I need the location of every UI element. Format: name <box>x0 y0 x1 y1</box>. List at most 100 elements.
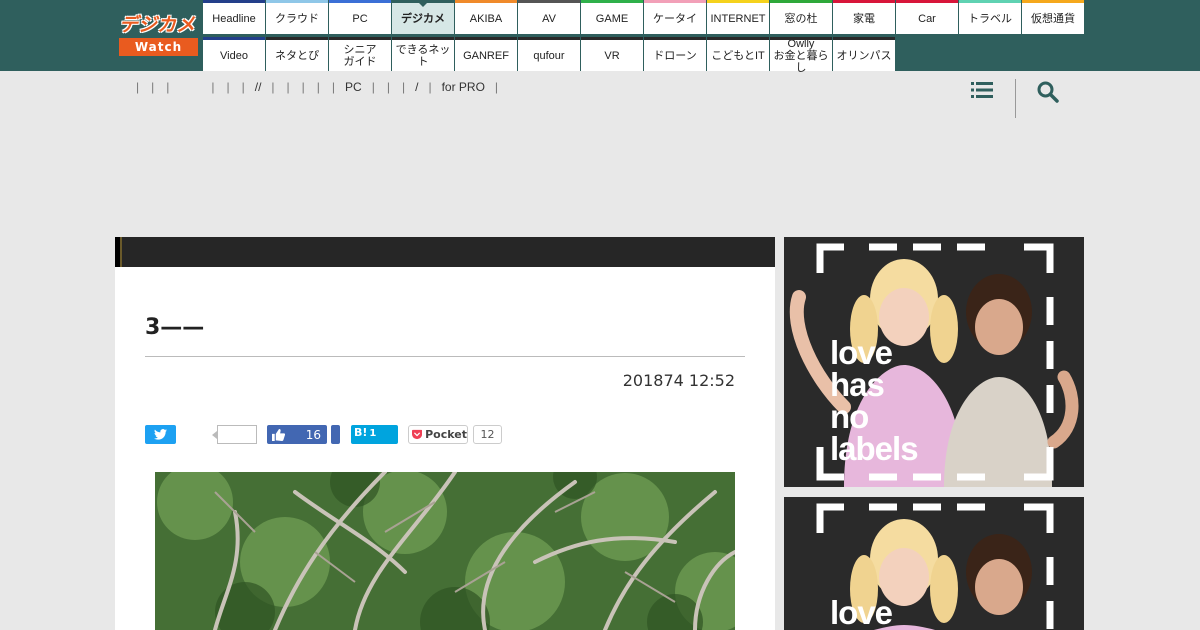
nav-item[interactable]: GAME <box>581 0 643 34</box>
nav-item-label: シニア ガイド <box>343 43 377 68</box>
nav-item[interactable]: Owlly お金と暮らし <box>770 37 832 74</box>
active-indicator-icon <box>419 3 427 7</box>
ad-children-image <box>784 497 1084 630</box>
subnav-link[interactable]: for PRO <box>442 80 485 94</box>
nav-item[interactable]: デジカメ <box>392 0 454 34</box>
nav-item-label: qufour <box>533 49 565 62</box>
nav-item[interactable]: Video <box>203 37 265 71</box>
nav-item-color-bar <box>959 0 1021 3</box>
article-title: 3—— <box>145 315 205 340</box>
nav-item[interactable]: 窓の杜 <box>770 0 832 34</box>
nav-item-label: 窓の杜 <box>784 12 818 25</box>
subnav-separator: | <box>286 80 290 94</box>
title-divider <box>145 356 745 357</box>
article-date: 201874 12:52 <box>622 371 735 390</box>
nav-item[interactable]: PC <box>329 0 391 34</box>
site-logo[interactable]: デジカメ Watch <box>119 13 198 56</box>
nav-item-label: AKIBA <box>469 12 503 25</box>
nav-item[interactable]: クラウド <box>266 0 328 34</box>
nav-item-label: トラベル <box>968 12 1012 25</box>
subnav-link[interactable]: PC <box>345 80 362 94</box>
facebook-like-button[interactable]: 16 <box>267 425 327 444</box>
hatena-bookmark-button[interactable]: B! 1 <box>351 425 398 444</box>
nav-item-label: ドローン <box>653 49 697 62</box>
subnav-separator: | <box>428 80 432 94</box>
nav-item[interactable]: VR <box>581 37 643 71</box>
nav-item-color-bar <box>581 37 643 40</box>
advertisement-banner-bottom[interactable]: love <box>784 497 1084 630</box>
nav-item-color-bar <box>329 0 391 3</box>
subnav-link[interactable]: / <box>415 80 418 94</box>
nav-item-color-bar <box>770 0 832 3</box>
nav-item-color-bar <box>329 37 391 40</box>
nav-item-color-bar <box>455 37 517 40</box>
subnav-separator: | <box>331 80 336 94</box>
subnav-separator: | <box>494 80 499 94</box>
nav-item-color-bar <box>203 0 265 3</box>
header-divider <box>1015 79 1016 118</box>
nav-item-label: PC <box>352 12 368 25</box>
sub-navigation: | | | | | | // | | | | | PC | | | / | for PRO | <box>130 78 504 96</box>
nav-item[interactable]: INTERNET <box>707 0 769 34</box>
forest-branches-image <box>155 472 735 630</box>
pocket-icon <box>412 429 423 440</box>
nav-item[interactable]: AKIBA <box>455 0 517 34</box>
article: 3—— 201874 12:52 16 B! 1 Pocket 12 <box>115 267 775 630</box>
subnav-separator: | <box>301 80 305 94</box>
pocket-count: 12 <box>473 425 502 444</box>
nav-item-label: できるネット <box>395 43 451 68</box>
nav-item-label: Headline <box>212 12 256 25</box>
menu-icon[interactable] <box>971 81 993 99</box>
nav-item-label: Video <box>220 49 248 62</box>
nav-item[interactable]: GANREF <box>455 37 517 71</box>
hatena-bookmark-label: B! <box>354 426 368 439</box>
site-navigation: Headline クラウド PC デジカメ AKIBA AV GAME ケータイ INTERNE… <box>203 0 1085 74</box>
nav-item[interactable]: こどもとIT <box>707 37 769 71</box>
ad-slogan: love has no labels <box>830 334 919 465</box>
nav-item-label: GANREF <box>463 49 509 62</box>
nav-item[interactable]: トラベル <box>959 0 1021 34</box>
pocket-button[interactable]: Pocket <box>408 425 468 444</box>
nav-item-label: VR <box>604 49 620 62</box>
nav-item-color-bar <box>770 37 832 40</box>
nav-item-color-bar <box>392 37 454 40</box>
ad-slogan: love <box>830 596 893 629</box>
nav-item[interactable]: できるネット <box>392 37 454 71</box>
advertisement-banner-top[interactable]: love has no labels <box>784 237 1084 487</box>
header-bar: デジカメ Watch Headline クラウド PC デジカメ AKIBA AV GAME… <box>0 0 1200 74</box>
nav-item-color-bar <box>707 37 769 40</box>
ad-slogan-line: has <box>830 366 885 403</box>
facebook-share-tab[interactable] <box>331 425 340 444</box>
nav-item-color-bar <box>896 0 958 3</box>
nav-item-color-bar <box>581 0 643 3</box>
nav-item-label: デジカメ <box>401 12 445 25</box>
twitter-bird-icon <box>154 429 167 440</box>
nav-item[interactable]: Headline <box>203 0 265 34</box>
nav-item[interactable]: qufour <box>518 37 580 71</box>
ad-slogan-line: love <box>830 334 893 371</box>
subnav-separator: | <box>211 80 215 94</box>
subnav-separator: | <box>271 80 275 94</box>
nav-item-label: こどもとIT <box>711 49 765 62</box>
nav-item[interactable]: 仮想通貨 <box>1022 0 1084 34</box>
article-category-bar <box>115 237 775 267</box>
nav-item[interactable]: AV <box>518 0 580 34</box>
nav-item[interactable]: オリンパス <box>833 37 895 71</box>
subnav-link[interactable]: // <box>255 80 262 94</box>
article-photo[interactable] <box>155 472 735 630</box>
nav-item-color-bar <box>833 37 895 40</box>
nav-item-label: ケータイ <box>653 12 697 25</box>
search-icon[interactable] <box>1036 80 1060 104</box>
nav-item[interactable]: 家電 <box>833 0 895 34</box>
nav-item-color-bar <box>518 0 580 3</box>
nav-item[interactable]: ドローン <box>644 37 706 71</box>
nav-item[interactable]: ネタとぴ <box>266 37 328 71</box>
twitter-share-button[interactable] <box>145 425 176 444</box>
nav-item[interactable]: Car <box>896 0 958 34</box>
nav-item[interactable]: ケータイ <box>644 0 706 34</box>
nav-item-color-bar <box>266 0 328 3</box>
subnav-separator: | <box>241 80 245 94</box>
nav-item[interactable]: シニア ガイド <box>329 37 391 71</box>
nav-item-color-bar <box>455 0 517 3</box>
nav-item-label: 仮想通貨 <box>1031 12 1075 25</box>
